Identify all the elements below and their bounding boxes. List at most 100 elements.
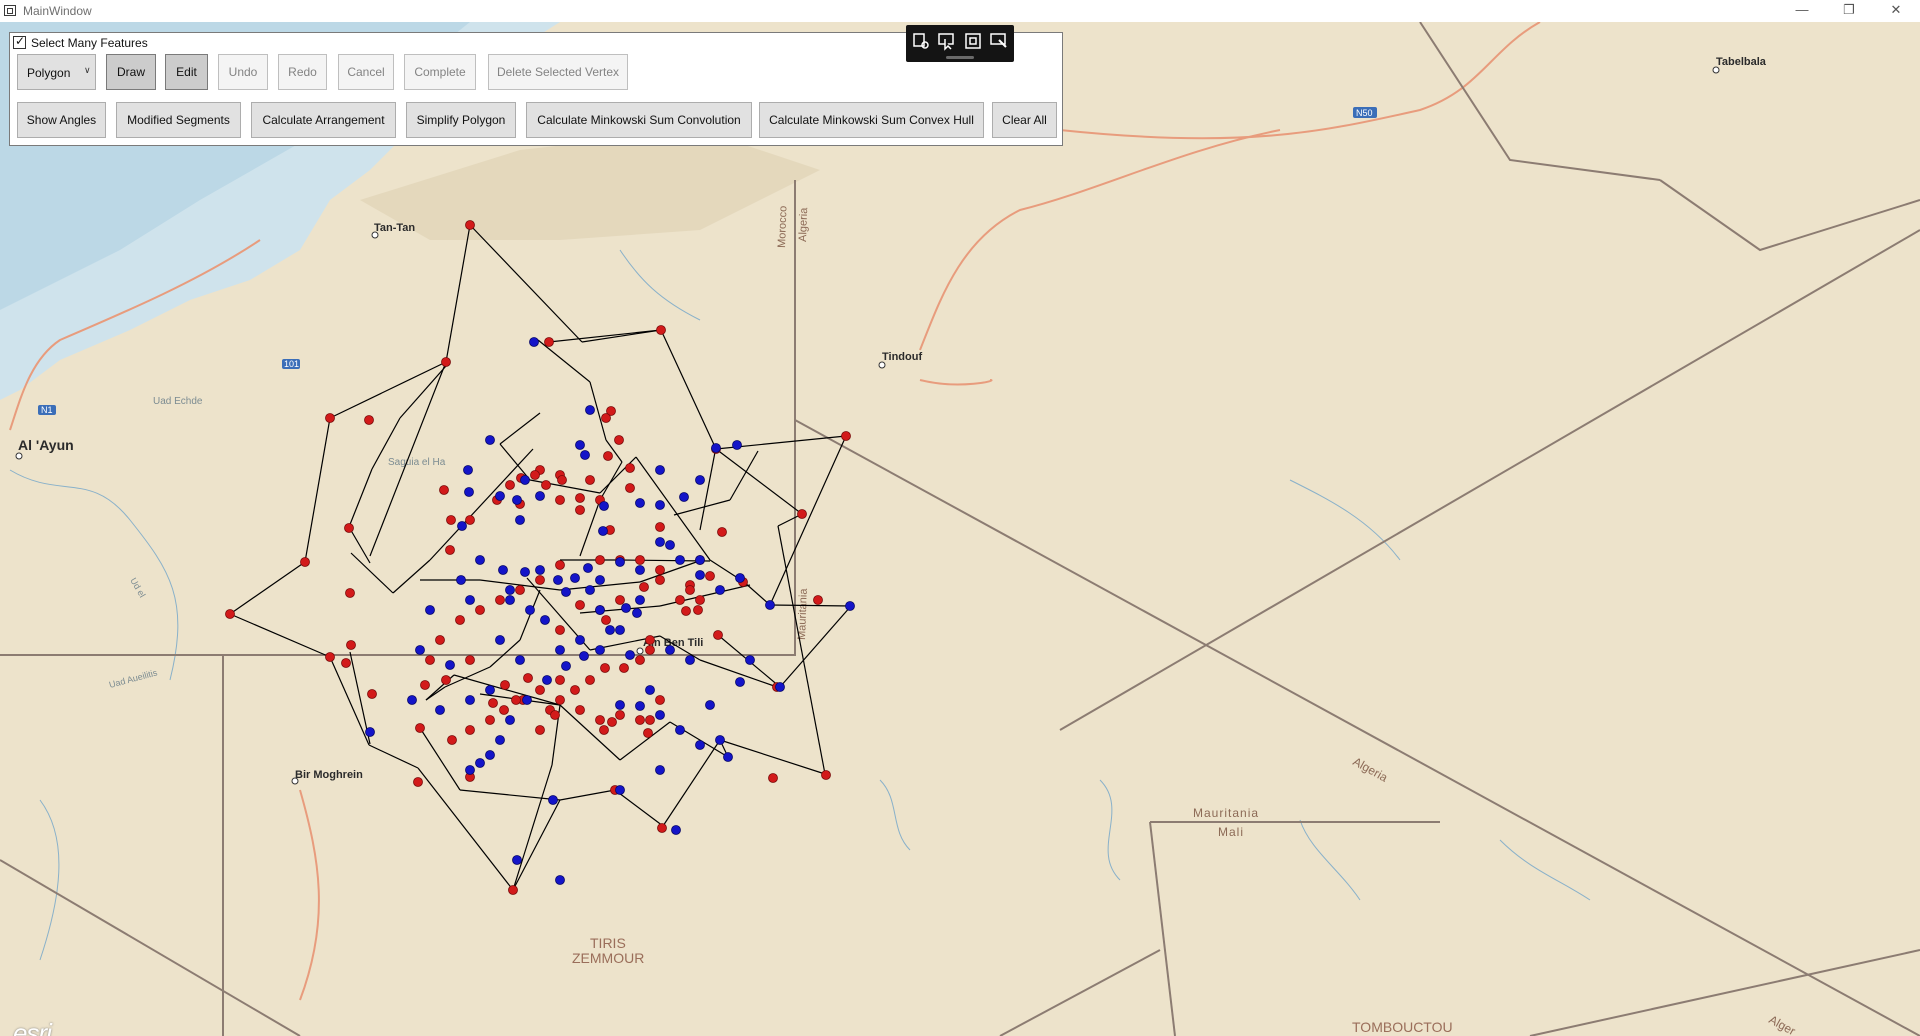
- vertex-red[interactable]: [797, 509, 807, 519]
- polygon-vertices[interactable]: [225, 220, 855, 895]
- vertex-red[interactable]: [535, 725, 545, 735]
- vertex-blue[interactable]: [675, 725, 685, 735]
- vertex-red[interactable]: [625, 483, 635, 493]
- vertex-blue[interactable]: [555, 645, 565, 655]
- vertex-blue[interactable]: [765, 600, 775, 610]
- vertex-blue[interactable]: [615, 700, 625, 710]
- vertex-blue[interactable]: [655, 500, 665, 510]
- vertex-red[interactable]: [345, 588, 355, 598]
- clear-all-button[interactable]: Clear All: [992, 102, 1057, 138]
- vertex-red[interactable]: [420, 680, 430, 690]
- vertex-red[interactable]: [645, 635, 655, 645]
- vertex-blue[interactable]: [711, 443, 721, 453]
- vertex-blue[interactable]: [505, 595, 515, 605]
- vertex-red[interactable]: [341, 658, 351, 668]
- vertex-blue[interactable]: [561, 661, 571, 671]
- vertex-red[interactable]: [575, 705, 585, 715]
- vertex-blue[interactable]: [635, 701, 645, 711]
- vertex-blue[interactable]: [598, 526, 608, 536]
- minkowski-convex-hull-button[interactable]: Calculate Minkowski Sum Convex Hull: [759, 102, 984, 138]
- vertex-blue[interactable]: [365, 727, 375, 737]
- vertex-red[interactable]: [495, 595, 505, 605]
- vertex-red[interactable]: [499, 705, 509, 715]
- vertex-blue[interactable]: [445, 660, 455, 670]
- minimize-button[interactable]: —: [1779, 0, 1825, 22]
- vertex-blue[interactable]: [735, 677, 745, 687]
- vertex-blue[interactable]: [615, 557, 625, 567]
- redo-button[interactable]: Redo: [278, 54, 327, 90]
- vertex-red[interactable]: [599, 725, 609, 735]
- vertex-red[interactable]: [645, 715, 655, 725]
- map-view[interactable]: Tabelbala N50 Tan-Tan Morocco Algeria 10…: [0, 22, 1920, 1036]
- vertex-red[interactable]: [695, 595, 705, 605]
- close-button[interactable]: ✕: [1873, 0, 1919, 22]
- toolbar-drag-handle[interactable]: [946, 56, 974, 59]
- vertex-blue[interactable]: [735, 573, 745, 583]
- vertex-blue[interactable]: [635, 565, 645, 575]
- vertex-blue[interactable]: [407, 695, 417, 705]
- select-arrow-icon[interactable]: [937, 31, 957, 51]
- vertex-red[interactable]: [655, 522, 665, 532]
- vertex-red[interactable]: [441, 357, 451, 367]
- vertex-red[interactable]: [600, 663, 610, 673]
- vertex-red[interactable]: [485, 715, 495, 725]
- vertex-blue[interactable]: [515, 515, 525, 525]
- vertex-red[interactable]: [455, 615, 465, 625]
- vertex-red[interactable]: [643, 728, 653, 738]
- vertex-blue[interactable]: [512, 855, 522, 865]
- vertex-blue[interactable]: [685, 655, 695, 665]
- vertex-red[interactable]: [603, 451, 613, 461]
- vertex-red[interactable]: [657, 823, 667, 833]
- vertex-red[interactable]: [575, 600, 585, 610]
- vertex-red[interactable]: [555, 560, 565, 570]
- vertex-blue[interactable]: [505, 585, 515, 595]
- vertex-red[interactable]: [425, 655, 435, 665]
- vertex-red[interactable]: [465, 515, 475, 525]
- vertex-blue[interactable]: [465, 695, 475, 705]
- vertex-blue[interactable]: [695, 740, 705, 750]
- vertex-red[interactable]: [346, 640, 356, 650]
- vertex-blue[interactable]: [425, 605, 435, 615]
- vertex-red[interactable]: [550, 710, 560, 720]
- vertex-red[interactable]: [821, 770, 831, 780]
- vertex-red[interactable]: [500, 680, 510, 690]
- vertex-blue[interactable]: [485, 435, 495, 445]
- vertex-blue[interactable]: [435, 705, 445, 715]
- vertex-blue[interactable]: [595, 605, 605, 615]
- vertex-red[interactable]: [625, 463, 635, 473]
- vertex-red[interactable]: [523, 673, 533, 683]
- vertex-blue[interactable]: [542, 675, 552, 685]
- vertex-red[interactable]: [655, 575, 665, 585]
- vertex-red[interactable]: [607, 717, 617, 727]
- vertex-blue[interactable]: [522, 695, 532, 705]
- vertex-red[interactable]: [655, 695, 665, 705]
- vertex-blue[interactable]: [655, 465, 665, 475]
- complete-button[interactable]: Complete: [404, 54, 476, 90]
- vertex-blue[interactable]: [635, 595, 645, 605]
- vertex-red[interactable]: [544, 337, 554, 347]
- vertex-blue[interactable]: [498, 565, 508, 575]
- vertex-red[interactable]: [570, 685, 580, 695]
- vertex-red[interactable]: [768, 773, 778, 783]
- vertex-blue[interactable]: [463, 465, 473, 475]
- vertex-red[interactable]: [813, 595, 823, 605]
- vertex-blue[interactable]: [575, 635, 585, 645]
- vertex-blue[interactable]: [548, 795, 558, 805]
- modified-segments-button[interactable]: Modified Segments: [116, 102, 241, 138]
- vertex-red[interactable]: [639, 582, 649, 592]
- vertex-blue[interactable]: [665, 540, 675, 550]
- vertex-blue[interactable]: [605, 625, 615, 635]
- vertex-red[interactable]: [447, 735, 457, 745]
- show-angles-button[interactable]: Show Angles: [17, 102, 106, 138]
- vertex-red[interactable]: [435, 635, 445, 645]
- vertex-red[interactable]: [635, 715, 645, 725]
- vertex-red[interactable]: [325, 652, 335, 662]
- vertex-blue[interactable]: [775, 682, 785, 692]
- vertex-blue[interactable]: [505, 715, 515, 725]
- select-many-checkbox[interactable]: [13, 34, 26, 49]
- vertex-blue[interactable]: [485, 750, 495, 760]
- vertex-red[interactable]: [655, 565, 665, 575]
- vertex-red[interactable]: [595, 715, 605, 725]
- vertex-red[interactable]: [705, 571, 715, 581]
- edit-selection-icon[interactable]: [989, 31, 1009, 51]
